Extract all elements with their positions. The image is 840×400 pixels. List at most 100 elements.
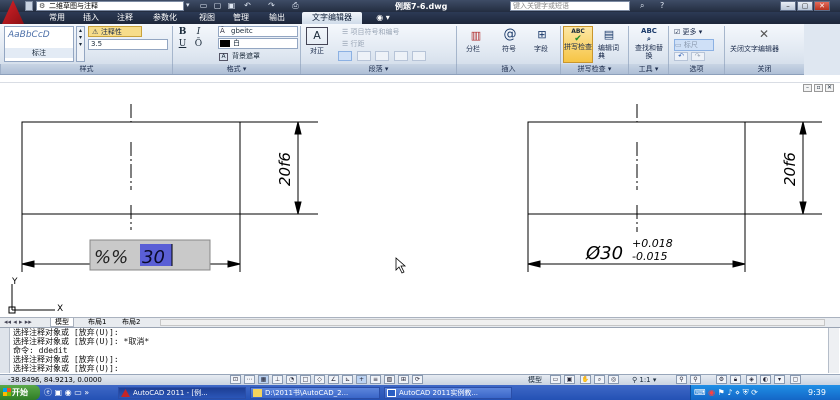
ime-icon[interactable]: ⌨ — [694, 388, 706, 397]
taskbar-item-explorer[interactable]: D:\2011书\AutoCAD_2... — [250, 387, 380, 399]
color-select[interactable]: 白 — [218, 38, 298, 49]
tab-annotate[interactable]: 注释 — [112, 12, 138, 24]
undo-icon[interactable]: ↶ — [674, 52, 688, 61]
justify-full-icon[interactable] — [393, 51, 408, 61]
status-menu-icon[interactable]: ▾ — [774, 375, 785, 384]
drawing-canvas[interactable]: 20f6 %% 30 20f6 Ø30 +0.018 -0.015 Y X — [0, 83, 840, 317]
lock-icon[interactable]: 🔒︎ — [730, 375, 741, 384]
field-button[interactable]: 字段 — [534, 44, 548, 54]
clock[interactable]: 9:39 — [808, 386, 826, 399]
spell-check-button[interactable]: ABC ✔ 拼写检查 — [563, 26, 593, 63]
ie-icon[interactable]: ⓔ — [44, 388, 52, 397]
distribute-icon[interactable] — [412, 51, 427, 61]
close-editor-icon[interactable]: ✕ — [754, 27, 774, 41]
undo-icon[interactable]: ↶ — [242, 1, 253, 11]
tab-manage[interactable]: 管理 — [228, 12, 254, 24]
minimize-button[interactable]: – — [780, 1, 796, 11]
tab-model[interactable]: 模型 — [50, 318, 74, 327]
save-icon[interactable]: ▣ — [226, 1, 237, 11]
zoom-icon[interactable]: ⌕ — [594, 375, 605, 384]
help-search-input[interactable]: 键入关键字或短语 — [510, 1, 630, 11]
transparency-icon[interactable]: ▧ — [384, 375, 395, 384]
search-icon[interactable]: ⌕ — [640, 1, 650, 11]
tab-parametric[interactable]: 参数化 — [146, 12, 184, 24]
workspace-switch-icon[interactable]: ⚙ — [716, 375, 727, 384]
text-style-gallery[interactable]: AaBbCcD 标注 — [4, 26, 74, 62]
annotation-scale[interactable]: ⚲ 1:1 ▾ — [632, 375, 656, 385]
plot-icon[interactable]: ⎙ — [290, 1, 301, 11]
tab-overflow[interactable]: ◉ ▾ — [372, 12, 394, 24]
command-line-handle[interactable] — [0, 328, 10, 373]
quick-view-drawings-icon[interactable]: ▣ — [564, 375, 575, 384]
new-icon[interactable]: ▭ — [198, 1, 209, 11]
align-right-icon[interactable] — [375, 51, 390, 61]
symbol-button[interactable]: 符号 — [502, 44, 516, 54]
network-icon[interactable]: ⚑ — [718, 388, 725, 397]
3dosnap-icon[interactable]: ◇ — [314, 375, 325, 384]
tab-home[interactable]: 常用 — [44, 12, 70, 24]
taskbar-item-word[interactable]: AutoCAD 2011实例教... — [384, 387, 512, 399]
justify-icon[interactable]: A — [306, 27, 328, 45]
help-icon[interactable]: ? — [660, 1, 670, 11]
command-scrollbar[interactable] — [828, 328, 839, 373]
media-icon[interactable]: ◉ — [65, 388, 72, 397]
tab-layout2[interactable]: 布局2 — [118, 318, 144, 327]
background-mask-button[interactable]: 背景遮罩 — [218, 51, 298, 62]
ducs-icon[interactable]: ⊾ — [342, 375, 353, 384]
align-center-icon[interactable] — [356, 51, 371, 61]
hardware-acceleration-icon[interactable]: ◈ — [746, 375, 757, 384]
edit-dictionary-button[interactable]: 编辑词典 — [598, 44, 622, 60]
volume-icon[interactable]: ♪ — [727, 388, 732, 397]
tab-view[interactable]: 视图 — [194, 12, 220, 24]
columns-button[interactable]: 分栏 — [466, 44, 480, 54]
lineweight-icon[interactable]: ≡ — [370, 375, 381, 384]
columns-icon[interactable]: ▥ — [466, 29, 486, 42]
open-icon[interactable]: ▢ — [212, 1, 223, 11]
bold-button[interactable]: B — [176, 26, 189, 37]
annotative-button[interactable]: ⚠ 注释性 — [88, 26, 142, 37]
bullets-button[interactable]: ☰ 项目符号和编号 — [342, 27, 400, 37]
selection-cycling-icon[interactable]: ⟳ — [412, 375, 423, 384]
tab-output[interactable]: 输出 — [264, 12, 290, 24]
gallery-scroll[interactable]: ▴ ▾ ▾ — [76, 26, 85, 62]
pan-icon[interactable]: ✋ — [580, 375, 591, 384]
isolate-objects-icon[interactable]: ◐ — [760, 375, 771, 384]
dyn-icon[interactable]: + — [356, 375, 367, 384]
otrack-icon[interactable]: ∠ — [328, 375, 339, 384]
chevron-down-icon[interactable]: ▾ — [186, 1, 194, 11]
tab-insert[interactable]: 插入 — [78, 12, 104, 24]
grid-icon[interactable]: ▦ — [258, 375, 269, 384]
osnap-icon[interactable]: □ — [300, 375, 311, 384]
coordinates-readout[interactable]: -38.8496, 84.9213, 0.0000 — [8, 375, 102, 385]
italic-button[interactable]: I — [192, 26, 205, 37]
field-icon[interactable]: ⊞ — [532, 28, 552, 41]
font-select[interactable]: gbeitc — [218, 26, 298, 37]
security-icon[interactable]: ⛨ — [743, 388, 749, 397]
desktop-icon[interactable]: ▭ — [74, 388, 82, 397]
folder-icon[interactable]: ▣ — [55, 388, 63, 397]
text-height-select[interactable]: 3.5 — [88, 39, 168, 50]
tray-chevron-icon[interactable]: ⋄ — [735, 388, 740, 397]
overline-button[interactable]: Ō — [192, 38, 205, 49]
chevron-right-icon[interactable]: » — [84, 388, 89, 397]
horizontal-scrollbar[interactable] — [160, 319, 825, 326]
annotation-visibility-icon[interactable]: ⚲ — [676, 375, 687, 384]
line-spacing-button[interactable]: ☰ 行距 — [342, 39, 365, 49]
redo-icon[interactable]: ↷ — [266, 1, 277, 11]
steering-wheel-icon[interactable]: ◎ — [608, 375, 619, 384]
quick-view-layouts-icon[interactable]: ▭ — [550, 375, 561, 384]
align-left-icon[interactable] — [338, 51, 352, 61]
workspace-select[interactable]: 二维草图与注释 — [36, 1, 184, 11]
app-menu-icon[interactable] — [25, 1, 33, 11]
infer-constraints-icon[interactable]: ⊡ — [230, 375, 241, 384]
close-editor-button[interactable]: 关闭文字编辑器 — [730, 44, 779, 54]
maximize-button[interactable]: ▢ — [797, 1, 813, 11]
snap-icon[interactable]: ⋯ — [244, 375, 255, 384]
polar-icon[interactable]: ◔ — [286, 375, 297, 384]
symbol-icon[interactable]: @ — [500, 27, 520, 42]
command-line-entry[interactable]: 选择注释对象或 [放弃(U)]: — [13, 364, 149, 373]
tab-text-editor[interactable]: 文字编辑器 — [302, 12, 362, 24]
taskbar-item-autocad[interactable]: AutoCAD 2011 - [例... — [118, 387, 246, 399]
auto-scale-icon[interactable]: ⚲ — [690, 375, 701, 384]
ortho-icon[interactable]: ⊥ — [272, 375, 283, 384]
